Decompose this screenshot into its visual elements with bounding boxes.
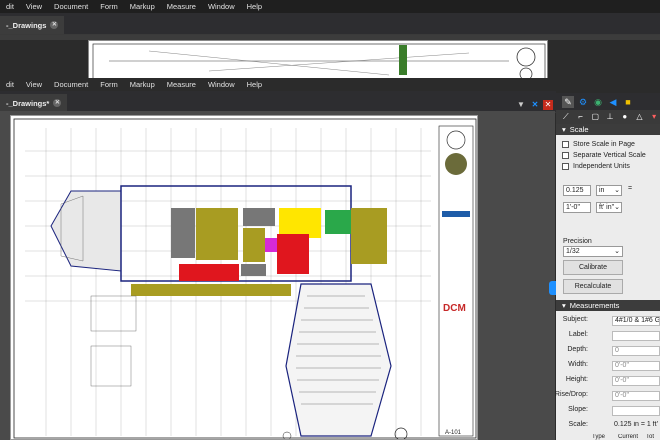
scale-section-header[interactable]: ▾ Scale [556, 124, 660, 135]
scale-unit-select[interactable]: in ⌄ [596, 185, 622, 196]
close-tab-icon[interactable]: ✕ [530, 100, 540, 110]
slope-row: Slope: [556, 406, 660, 417]
menu-edit[interactable]: dit [0, 0, 20, 13]
scale-value-input[interactable]: 0.125 [563, 185, 591, 196]
checkbox-icon [562, 163, 569, 170]
back-drawing-preview [88, 40, 548, 78]
rise-drop-row: Rise/Drop: 0'-0" [555, 391, 660, 402]
front-window: dit View Document Form Markup Measure Wi… [0, 78, 660, 440]
label-row: Label: [556, 331, 660, 342]
properties-panel: ✎ ⚙ ◉ ◀ ■ ⟋ ⌐ ▢ ⊥ ● △ ▾ ▾ Scale Store Sc… [555, 93, 660, 440]
depth-row: Depth: 0 [556, 346, 660, 357]
precision-select[interactable]: 1/32 ⌄ [563, 246, 623, 257]
col-current: Current [618, 434, 639, 440]
front-tabbar: -_Drawings* ✕ [0, 91, 556, 113]
equals-sign: = [628, 185, 633, 192]
title-block-logo: DCM [443, 303, 466, 314]
pen-icon[interactable]: ✎ [562, 95, 574, 108]
menu-form[interactable]: Form [94, 0, 124, 13]
scale-header-label: Scale [569, 125, 589, 134]
menu-document[interactable]: Document [48, 0, 94, 13]
real-value-input[interactable]: 1'-0" [563, 202, 591, 213]
rise-drop-input[interactable]: 0'-0" [612, 391, 660, 401]
col-total: Tot [646, 434, 655, 440]
back-menubar: dit View Document Form Markup Measure Wi… [0, 0, 660, 13]
tab-title: -_Drawings [6, 20, 47, 30]
checkbox-icon [562, 152, 569, 159]
line-tool-icon[interactable]: ⟋ [560, 111, 572, 123]
checkbox-icon [562, 141, 569, 148]
binoculars-icon[interactable]: ◉ [592, 96, 604, 108]
menu-markup[interactable]: Markup [124, 78, 161, 91]
collapse-icon: ▾ [562, 125, 566, 134]
menu-view[interactable]: View [20, 78, 48, 91]
subject-row: Subject:4#1/0 & 1#6 GD [562, 316, 660, 326]
measurements-header-label: Measurements [569, 301, 620, 310]
sheet-number: A-101 [445, 430, 462, 436]
menu-view[interactable]: View [20, 0, 48, 13]
polyline-icon[interactable]: ⌐ [575, 111, 587, 123]
scale-row: Scale:0.125 in = 1 ft' in" [556, 421, 660, 432]
scale-readout: 0.125 in = 1 ft' in" [614, 421, 660, 428]
measurement-table-header: Type Current Tot [556, 434, 660, 440]
close-icon[interactable]: ✕ [53, 99, 62, 107]
document-canvas[interactable]: DCM A-101 [0, 111, 556, 440]
panel-toolbar: ✎ ⚙ ◉ ◀ ■ [556, 93, 660, 110]
independent-units-checkbox[interactable]: Independent Units [556, 161, 660, 172]
close-window-icon[interactable]: ✕ [543, 100, 553, 110]
store-scale-checkbox[interactable]: Store Scale in Page [556, 139, 660, 150]
back-window: dit View Document Form Markup Measure Wi… [0, 0, 660, 78]
back-drawing-svg [92, 43, 546, 78]
megaphone-icon[interactable]: ◀ [607, 96, 619, 108]
width-row: Width: 0'-0" [556, 361, 660, 372]
gear-icon[interactable]: ⚙ [577, 96, 589, 108]
label-input[interactable] [612, 331, 660, 341]
markup-toolbar: ⟋ ⌐ ▢ ⊥ ● △ ▾ [556, 110, 660, 124]
menu-markup[interactable]: Markup [124, 0, 161, 13]
separate-vertical-checkbox[interactable]: Separate Vertical Scale [556, 150, 660, 161]
calibrate-button[interactable]: Calibrate [563, 260, 623, 275]
document-tab[interactable]: -_Drawings* ✕ [0, 94, 68, 112]
close-icon[interactable]: ✕ [50, 21, 59, 29]
width-input[interactable]: 0'-0" [612, 361, 660, 371]
dimension-icon[interactable]: ⊥ [604, 111, 616, 123]
recalculate-button[interactable]: Recalculate [563, 279, 623, 294]
height-row: Height: 0'-0" [556, 376, 660, 387]
triangle-tool-icon[interactable]: △ [634, 111, 646, 123]
document-tab[interactable]: -_Drawings ✕ [0, 16, 65, 34]
rectangle-tool-icon[interactable]: ▢ [589, 111, 601, 123]
precision-label: Precision [563, 238, 592, 245]
height-input[interactable]: 0'-0" [612, 376, 660, 386]
drawing-sheet[interactable]: DCM A-101 [10, 115, 478, 440]
measurements-section-header[interactable]: ▾ Measurements [556, 300, 660, 311]
col-type: Type [592, 434, 606, 440]
collapse-icon: ▾ [562, 301, 566, 310]
menu-measure[interactable]: Measure [161, 78, 202, 91]
layers-icon[interactable]: ■ [622, 96, 634, 108]
menu-form[interactable]: Form [94, 78, 124, 91]
depth-input[interactable]: 0 [612, 346, 660, 356]
color-picker-icon[interactable]: ● [619, 111, 631, 123]
menu-window[interactable]: Window [202, 78, 241, 91]
back-tabbar: -_Drawings ✕ [0, 13, 660, 35]
dropdown-icon[interactable]: ▼ [516, 100, 526, 110]
front-menubar: dit View Document Form Markup Measure Wi… [0, 78, 660, 91]
floor-plan-drawing: DCM A-101 [13, 118, 477, 439]
panel-collapse-handle[interactable] [549, 281, 556, 295]
menu-edit[interactable]: dit [0, 78, 20, 91]
slope-input[interactable] [612, 406, 660, 416]
tab-title: -_Drawings* [6, 98, 50, 108]
menu-measure[interactable]: Measure [161, 0, 202, 13]
menu-help[interactable]: Help [241, 78, 268, 91]
menu-document[interactable]: Document [48, 78, 94, 91]
menu-help[interactable]: Help [241, 0, 268, 13]
menu-window[interactable]: Window [202, 0, 241, 13]
stamp-icon[interactable]: ▾ [648, 111, 660, 123]
real-unit-select[interactable]: ft' in" ⌄ [596, 202, 622, 213]
subject-input[interactable]: 4#1/0 & 1#6 GD [612, 316, 660, 326]
